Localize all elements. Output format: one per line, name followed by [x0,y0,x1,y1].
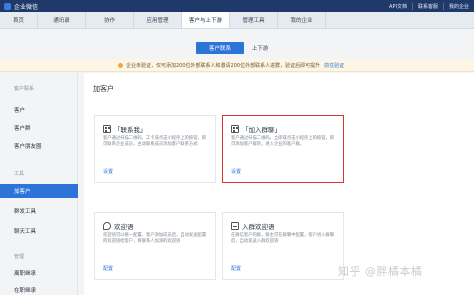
sidebar-item-moments[interactable]: 客户朋友圈 [0,139,78,153]
card-header: 欢迎语 [103,221,134,231]
nav-app-management[interactable]: 应用管理 [134,12,182,28]
nav-customers-upstream[interactable]: 客户与上下游 [182,12,230,28]
top-links: API文档 联系客服 我的企业 [384,0,474,12]
nav-contacts[interactable]: 通讯录 [38,12,86,28]
card-icon [231,222,239,230]
sidebar-item-onjob-transfer[interactable]: 在职继承 [0,283,78,295]
group-welcome-card[interactable]: 入群欢迎语 在微信客户的群，群主可在群聊中配置，客户进入群聊后，自动发送入群欢迎… [222,212,344,280]
sub-tabs: 客户联系 上下游 [0,30,474,58]
app-logo[interactable]: 企业微信 [0,2,38,11]
welcome-message-config-link[interactable]: 配置 [103,265,113,272]
sidebar-item-customers[interactable]: 客户 [0,103,78,117]
contact-support-link[interactable]: 联系客服 [411,2,443,10]
main-panel: 加客户 「联系我」 客户通过扫描二维码、工卡或点击小程序上的按钮，即可联系企业成… [84,73,474,295]
nav-collaboration[interactable]: 协作 [86,12,134,28]
join-group-settings-link[interactable]: 设置 [231,168,241,175]
sidebar-item-resigned-transfer[interactable]: 离职继承 [0,266,78,280]
app-title: 企业微信 [14,3,39,11]
card-description: 在微信客户的群，群主可在群聊中配置，客户进入群聊后，自动发送入群欢迎语 [231,233,335,244]
sidebar-section-management: 管理 [14,253,25,260]
verify-link[interactable]: 前往验证 [324,62,344,69]
tab-customer-contact[interactable]: 客户联系 [196,42,244,54]
qr-icon [231,125,239,133]
contact-me-card[interactable]: 「联系我」 客户通过扫描二维码、工卡或点击小程序上的按钮，即可联系企业成员，主动… [94,115,216,183]
main-nav: 首页 通讯录 协作 应用管理 客户与上下游 管理工具 我的企业 [0,12,474,29]
card-description: 客户通过扫描二维码、工卡或点击小程序上的按钮，即可联系企业成员，主动联系成员添加… [103,136,207,147]
qr-icon [103,125,111,133]
wecom-logo-icon [4,2,11,10]
top-bar: 企业微信 API文档 联系客服 我的企业 [0,0,474,12]
card-title: 「加入群聊」 [242,126,281,134]
nav-home[interactable]: 首页 [0,12,38,28]
card-header: 「联系我」 [103,124,147,134]
tab-upstream-downstream[interactable]: 上下游 [247,42,273,54]
group-welcome-config-link[interactable]: 配置 [231,265,241,272]
card-header: 入群欢迎语 [231,221,275,231]
watermark: 知乎 @胖橘本橘 [338,265,423,278]
sidebar-item-customer-groups[interactable]: 客户群 [0,121,78,135]
nav-my-company[interactable]: 我的企业 [278,12,326,28]
card-title: 入群欢迎语 [242,223,275,231]
page-title: 加客户 [93,85,114,93]
card-title: 「联系我」 [114,126,147,134]
card-description: 客户通过扫描二维码，立即或点击小程序上的按钮，即可添加客户群的，进入企业的客户群… [231,136,335,147]
welcome-message-card[interactable]: 欢迎语 欢迎语可以统一配置，客户添加成员后，自动发送配置的欢迎语给客户，将联系人… [94,212,216,280]
sidebar-section-customer-contact: 客户联系 [14,85,35,92]
sidebar: 客户联系 客户 客户群 客户朋友圈 工具 加客户 群发工具 聊天工具 管理 离职… [0,73,78,295]
sidebar-item-chat-tools[interactable]: 聊天工具 [0,224,78,238]
card-title: 欢迎语 [114,223,134,231]
sidebar-item-mass-send[interactable]: 群发工具 [0,204,78,218]
contact-me-settings-link[interactable]: 设置 [103,168,113,175]
card-description: 欢迎语可以统一配置，客户添加成员后，自动发送配置的欢迎语给客户，将联系人加添的欢… [103,233,207,244]
warning-icon [118,62,123,68]
api-docs-link[interactable]: API文档 [384,3,412,10]
verification-notice: 企业未验证，仅可添加200位外部联系人和邀请200位外部联系人进群，验证后即可提… [0,59,474,72]
card-header: 「加入群聊」 [231,124,281,134]
sidebar-item-add-customers[interactable]: 加客户 [0,184,78,198]
notice-text: 企业未验证，仅可添加200位外部联系人和邀请200位外部联系人进群，验证后即可提… [126,62,321,69]
join-group-card[interactable]: 「加入群聊」 客户通过扫描二维码，立即或点击小程序上的按钮，即可添加客户群的，进… [222,115,344,183]
sidebar-section-tools: 工具 [14,170,25,177]
chat-icon [103,222,111,230]
nav-management-tools[interactable]: 管理工具 [230,12,278,28]
my-company-link[interactable]: 我的企业 [442,2,474,10]
